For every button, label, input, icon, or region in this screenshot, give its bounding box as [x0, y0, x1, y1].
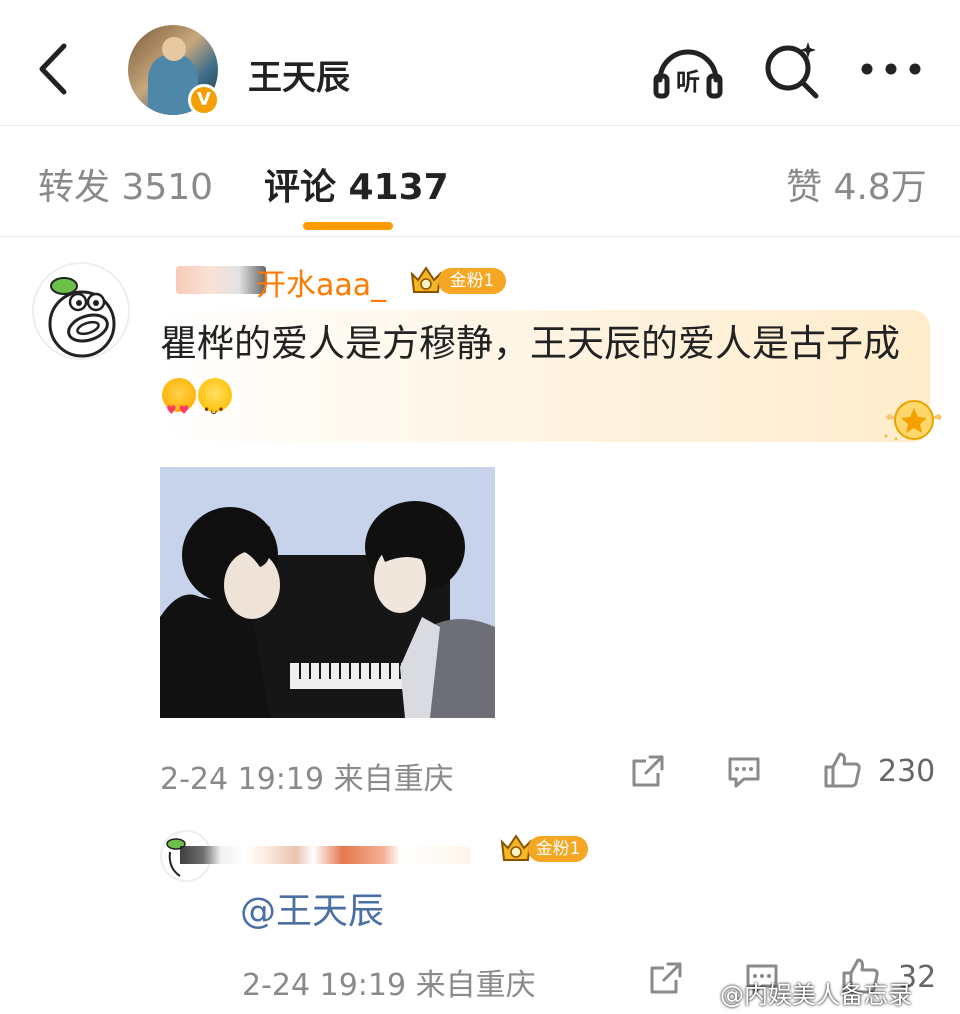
- comment-timestamp: 2-24 19:19 来自重庆: [160, 762, 454, 797]
- tab-comments[interactable]: 评论 4137: [264, 158, 449, 210]
- share-icon[interactable]: [646, 958, 686, 998]
- shy-emoji-icon: [198, 378, 232, 436]
- share-icon[interactable]: [628, 751, 668, 791]
- username-mosaic: [176, 266, 266, 294]
- comment-icon[interactable]: [724, 751, 764, 791]
- medal-icon: [884, 400, 942, 441]
- comment-photo[interactable]: [160, 467, 495, 718]
- like-icon[interactable]: [822, 750, 862, 790]
- reply-fan-badge[interactable]: 金粉1: [498, 832, 590, 866]
- page-title: 王天辰: [248, 58, 350, 98]
- top-bar: V 王天辰 听: [0, 0, 960, 125]
- love-eyes-emoji-icon: [162, 378, 196, 436]
- verified-badge-icon: V: [188, 84, 220, 116]
- divider: [0, 125, 960, 126]
- comment-text: 瞿桦的爱人是方穆静，王天辰的爱人是古子成: [160, 318, 920, 436]
- tab-reposts[interactable]: 转发 3510: [38, 158, 213, 210]
- comment-body: 瞿桦的爱人是方穆静，王天辰的爱人是古子成: [160, 322, 900, 365]
- commenter-username[interactable]: 开水aaa_: [256, 260, 386, 304]
- svg-text:听: 听: [676, 68, 700, 96]
- active-tab-indicator: [303, 222, 393, 230]
- reply-timestamp: 2-24 19:19 来自重庆: [242, 968, 536, 1003]
- like-count: 230: [878, 754, 936, 789]
- divider: [0, 236, 960, 237]
- reply-mention-link[interactable]: @王天辰: [240, 882, 384, 934]
- fan-badge-label: 金粉1: [528, 836, 588, 862]
- tab-likes[interactable]: 赞 4.8万: [786, 158, 927, 210]
- fan-badge[interactable]: 金粉1: [408, 264, 508, 298]
- watermark: @内娱美人备忘录: [720, 981, 912, 1009]
- search-icon[interactable]: [762, 40, 824, 100]
- fan-badge-label: 金粉1: [438, 268, 506, 294]
- listen-icon[interactable]: 听: [652, 40, 724, 100]
- commenter-avatar[interactable]: [32, 262, 130, 360]
- more-icon[interactable]: [858, 52, 924, 86]
- reply-username-mosaic: [180, 846, 470, 864]
- back-icon[interactable]: [30, 40, 80, 98]
